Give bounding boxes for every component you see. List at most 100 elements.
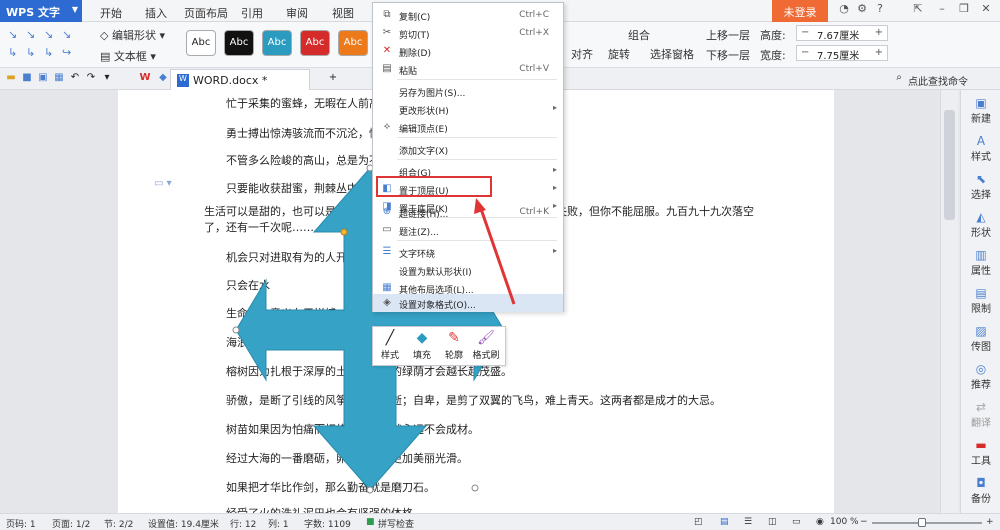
zoom-level[interactable]: 100 % (830, 517, 859, 527)
bring-forward-button[interactable]: 上移一层 (706, 27, 750, 43)
page-view-icon[interactable]: ▤ (720, 517, 729, 527)
minimize-to-tray-icon[interactable]: ⇱ (910, 2, 926, 18)
style-button[interactable]: ╱ 样式 (375, 330, 405, 364)
increment-icon[interactable]: + (875, 47, 883, 58)
arrow-shape-icon[interactable]: ↘ (8, 28, 17, 41)
zoom-in-icon[interactable]: + (986, 517, 994, 527)
style-sample-4[interactable]: Abc (300, 30, 330, 56)
fill-button[interactable]: ◆ 填充 (407, 330, 437, 364)
restore-icon[interactable]: ❐ (956, 2, 972, 18)
tab-home[interactable]: 开始 (100, 5, 122, 21)
search-icon[interactable]: ⌕ (892, 72, 906, 86)
select-pane-button[interactable]: 选择窗格 (650, 46, 694, 62)
zoom-slider[interactable] (872, 522, 982, 524)
paragraph-marker-icon[interactable]: ▭ ▾ (154, 178, 172, 189)
style-sample-1[interactable]: Abc (186, 30, 216, 56)
increment-icon[interactable]: + (875, 27, 883, 38)
eye-protect-icon[interactable]: ◉ (816, 517, 824, 527)
sidebar-item-translate[interactable]: ⇄ 翻译 (961, 396, 1000, 436)
outline-button[interactable]: ✎ 轮廓 (439, 330, 469, 364)
format-painter-button[interactable]: 🖌 格式刷 (471, 330, 501, 364)
paragraph[interactable]: 忙于采集的蜜蜂，无暇在人前高谈 (226, 95, 391, 111)
style-sample-5[interactable]: Abc (338, 30, 368, 56)
arrow-shape-icon[interactable]: ↘ (62, 28, 71, 41)
menu-item-change-shape[interactable]: 更改形状(H) ▸ (373, 100, 563, 118)
help-icon[interactable]: ? (872, 2, 888, 18)
login-button[interactable]: 未登录 (772, 0, 828, 22)
sidebar-item-tools[interactable]: ▬ 工具 (961, 434, 1000, 474)
decrement-icon[interactable]: − (801, 27, 809, 38)
tab-view[interactable]: 视图 (332, 5, 354, 21)
cloud-icon[interactable]: ◆ (156, 72, 170, 86)
menu-item-set-default-shape[interactable]: 设置为默认形状(I) (373, 261, 563, 279)
zoom-out-icon[interactable]: − (860, 517, 868, 527)
style-sample-3[interactable]: Abc (262, 30, 292, 56)
menu-item-caption[interactable]: ▭ 题注(Z)... (373, 221, 563, 239)
text-box-button[interactable]: ▤ 文本框 ▾ (100, 48, 156, 64)
elbow-arrow-icon[interactable]: ↳ (8, 46, 17, 59)
menu-item-format-object[interactable]: ◈ 设置对象格式(O)... (373, 294, 563, 312)
vertical-scrollbar[interactable] (940, 90, 958, 513)
open-folder-icon[interactable]: ▬ (4, 72, 18, 86)
wps-logo-icon[interactable]: W (138, 72, 152, 86)
skin-icon[interactable]: ◔ (836, 2, 852, 18)
save-icon[interactable]: ■ (20, 72, 34, 86)
redo-icon[interactable]: ↷ (84, 72, 98, 86)
web-view-icon[interactable]: ◫ (768, 517, 777, 527)
status-page-number[interactable]: 页码: 1 (6, 517, 36, 530)
print-preview-icon[interactable]: ▦ (52, 72, 66, 86)
curved-arrow-icon[interactable]: ↪ (62, 46, 71, 59)
tab-references[interactable]: 引用 (241, 5, 263, 21)
edit-shape-button[interactable]: ◇ 编辑形状 ▾ (100, 27, 165, 43)
sidebar-item-shape[interactable]: ◭ 形状 (961, 206, 1000, 246)
sidebar-item-select[interactable]: ⬉ 选择 (961, 168, 1000, 208)
minimize-icon[interactable]: – (934, 2, 950, 18)
decrement-icon[interactable]: − (801, 47, 809, 58)
paragraph[interactable]: 勇士搏出惊涛骇流而不沉沦，懦夫 (226, 125, 391, 141)
sidebar-item-style[interactable]: A 样式 (961, 130, 1000, 170)
send-backward-button[interactable]: 下移一层 (706, 47, 750, 63)
app-menu-button[interactable]: WPS 文字 ▼ (0, 0, 82, 22)
tab-page-layout[interactable]: 页面布局 (184, 5, 228, 21)
menu-item-delete[interactable]: ✕ 删除(D) (373, 42, 563, 60)
more-icon[interactable]: ▾ (100, 72, 114, 86)
tab-review[interactable]: 审阅 (286, 5, 308, 21)
rotate-button[interactable]: 旋转 (608, 46, 630, 62)
arrow-shape-icon[interactable]: ↘ (26, 28, 35, 41)
new-tab-icon[interactable]: + (326, 72, 340, 86)
menu-item-copy[interactable]: ⧉ 复制(C) Ctrl+C (373, 6, 563, 24)
menu-item-paste[interactable]: ▤ 粘贴 Ctrl+V (373, 60, 563, 78)
zoom-slider-thumb[interactable] (918, 518, 926, 527)
elbow-arrow-icon[interactable]: ↳ (44, 46, 53, 59)
resize-handle[interactable] (471, 484, 479, 492)
sidebar-item-backup[interactable]: ◘ 备份 (961, 472, 1000, 512)
arrow-shapes-gallery[interactable]: ↘ ↘ ↘ ↘ ↳ ↳ ↳ ↪ (6, 26, 90, 64)
sidebar-item-upload-image[interactable]: ▨ 传图 (961, 320, 1000, 360)
elbow-arrow-icon[interactable]: ↳ (26, 46, 35, 59)
outline-view-icon[interactable]: ☰ (744, 517, 752, 527)
menu-item-text-wrap[interactable]: ☰ 文字环绕 ▸ (373, 243, 563, 261)
sidebar-item-restrict[interactable]: ▤ 限制 (961, 282, 1000, 322)
menu-item-save-as-picture[interactable]: 另存为图片(S)... (373, 82, 563, 100)
menu-item-hyperlink[interactable]: ⊕ 超链接(H)... Ctrl+K (373, 203, 563, 221)
tab-insert[interactable]: 插入 (145, 5, 167, 21)
sidebar-item-recommend[interactable]: ◎ 推荐 (961, 358, 1000, 398)
menu-item-cut[interactable]: ✂ 剪切(T) Ctrl+X (373, 24, 563, 42)
document-tab[interactable]: W WORD.docx * (170, 69, 310, 90)
resize-handle[interactable] (366, 486, 374, 494)
close-icon[interactable]: ✕ (978, 2, 994, 18)
status-spell-check[interactable]: 拼写检查 (378, 517, 414, 530)
menu-item-edit-points[interactable]: ⟡ 编辑顶点(E) (373, 118, 563, 136)
arrow-shape-icon[interactable]: ↘ (44, 28, 53, 41)
sidebar-item-new[interactable]: ▣ 新建 (961, 92, 1000, 132)
paragraph[interactable]: 经受了火的洗礼泥巴也会有坚强的体格。 (226, 505, 424, 513)
adjust-handle[interactable] (340, 228, 348, 236)
settings-icon[interactable]: ⚙ (854, 2, 870, 18)
width-field[interactable]: − 7.75厘米 + (796, 45, 888, 62)
height-field[interactable]: − 7.67厘米 + (796, 25, 888, 42)
print-icon[interactable]: ▣ (36, 72, 50, 86)
resize-handle[interactable] (232, 326, 240, 334)
status-word-count[interactable]: 字数: 1109 (304, 517, 351, 530)
status-pages[interactable]: 页面: 1/2 (52, 517, 90, 530)
scrollbar-thumb[interactable] (944, 110, 955, 220)
